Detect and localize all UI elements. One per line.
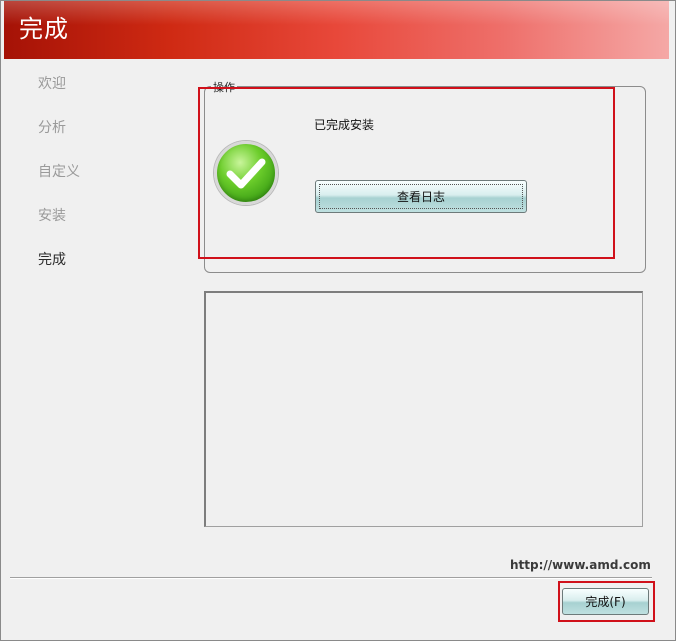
sidebar-item-welcome: 欢迎 [38, 76, 66, 92]
highlight-annotation-finish [558, 581, 655, 622]
footer-divider [10, 577, 652, 579]
sidebar-item-analysis: 分析 [38, 120, 66, 136]
log-panel [204, 291, 643, 527]
vendor-url: http://www.amd.com [510, 558, 651, 572]
header-banner: 完成 [4, 1, 669, 59]
highlight-annotation-status [198, 87, 615, 259]
sidebar-item-customize: 自定义 [38, 164, 80, 180]
window-title: 完成 [19, 15, 69, 43]
sidebar-item-finish: 完成 [38, 252, 66, 268]
sidebar-item-install: 安装 [38, 208, 66, 224]
installer-window: 完成 欢迎 分析 自定义 安装 完成 操作 已完成安装 查看日志 http://… [0, 0, 676, 641]
